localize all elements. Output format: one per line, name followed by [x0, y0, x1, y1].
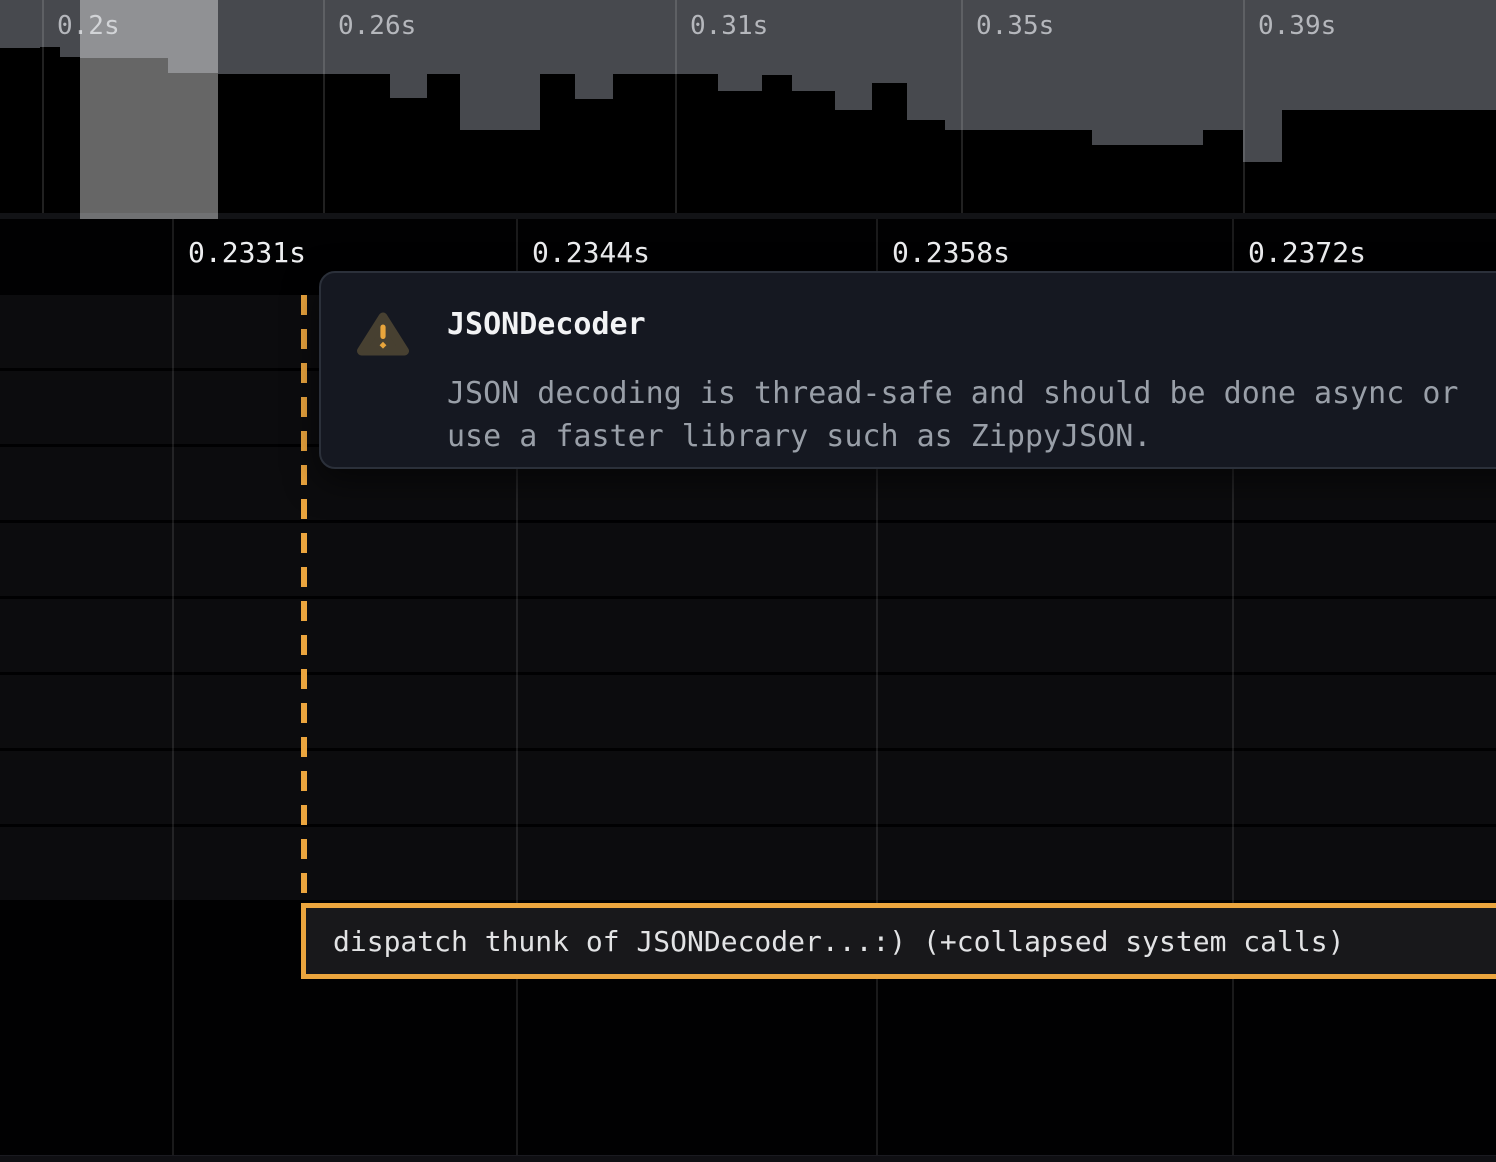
- tooltip-body: JSON decoding is thread-safe and should …: [447, 372, 1487, 458]
- tooltip-title: JSONDecoder: [447, 306, 1487, 344]
- ruler-tick-label: 0.2344s: [532, 236, 650, 270]
- overview-gridline: [323, 0, 325, 213]
- overview-bar: [1243, 162, 1282, 213]
- overview-bottom-strip: [0, 213, 1496, 219]
- overview-bar: [60, 57, 80, 213]
- overview-gridline: [42, 0, 44, 213]
- overview-bar: [460, 130, 540, 213]
- overview-bar: [792, 91, 835, 213]
- ruler-tick-label: 0.2372s: [1248, 236, 1366, 270]
- flame-row: [0, 827, 1496, 900]
- overview-gridline: [675, 0, 677, 213]
- warning-triangle-icon: [357, 312, 409, 356]
- selected-frame-row[interactable]: dispatch thunk of JSONDecoder...:) (+col…: [301, 903, 1496, 979]
- ruler-tick-label: 0.2358s: [892, 236, 1010, 270]
- flame-row: [0, 675, 1496, 748]
- overview-bar: [575, 99, 613, 213]
- overview-bar: [427, 74, 460, 213]
- overview-bar: [613, 74, 718, 213]
- overview-bar: [0, 48, 40, 213]
- overview-bar: [718, 91, 762, 213]
- selection-marker-line: [301, 295, 307, 903]
- overview-bar: [872, 83, 907, 213]
- overview-tick-label: 0.35s: [976, 11, 1054, 41]
- bottom-strip: [0, 1155, 1496, 1162]
- selected-frame-label: dispatch thunk of JSONDecoder...:) (+col…: [333, 925, 1344, 958]
- overview-bar: [1282, 110, 1496, 213]
- overview-bar: [945, 130, 1092, 213]
- flame-row: [0, 751, 1496, 824]
- overview-tick-label: 0.39s: [1258, 11, 1336, 41]
- overview-selection-handle[interactable]: [80, 0, 218, 219]
- overview-tick-label: 0.26s: [338, 11, 416, 41]
- overview-bar: [218, 74, 390, 213]
- gridline: [172, 219, 174, 1155]
- overview-bar: [835, 110, 872, 213]
- tooltip-text-block: JSONDecoder JSON decoding is thread-safe…: [447, 306, 1487, 458]
- ruler-tick-label: 0.2331s: [188, 236, 306, 270]
- overview-bar: [540, 74, 575, 213]
- flame-row: [0, 599, 1496, 672]
- overview-bar: [1203, 130, 1243, 213]
- overview-bar: [390, 98, 427, 213]
- warning-tooltip: JSONDecoder JSON decoding is thread-safe…: [319, 271, 1496, 469]
- flame-row: [0, 523, 1496, 596]
- overview-bar: [907, 120, 945, 213]
- overview-gridline: [961, 0, 963, 213]
- flame-profiler: 0.2331s 0.2344s 0.2358s 0.2372s dispatch th…: [0, 0, 1496, 1162]
- overview-gridline: [1243, 0, 1245, 213]
- overview-bar: [762, 75, 792, 213]
- timeline-overview[interactable]: 0.2s0.26s0.31s0.35s0.39s: [0, 0, 1496, 219]
- overview-tick-label: 0.31s: [690, 11, 768, 41]
- overview-bar: [1092, 145, 1203, 213]
